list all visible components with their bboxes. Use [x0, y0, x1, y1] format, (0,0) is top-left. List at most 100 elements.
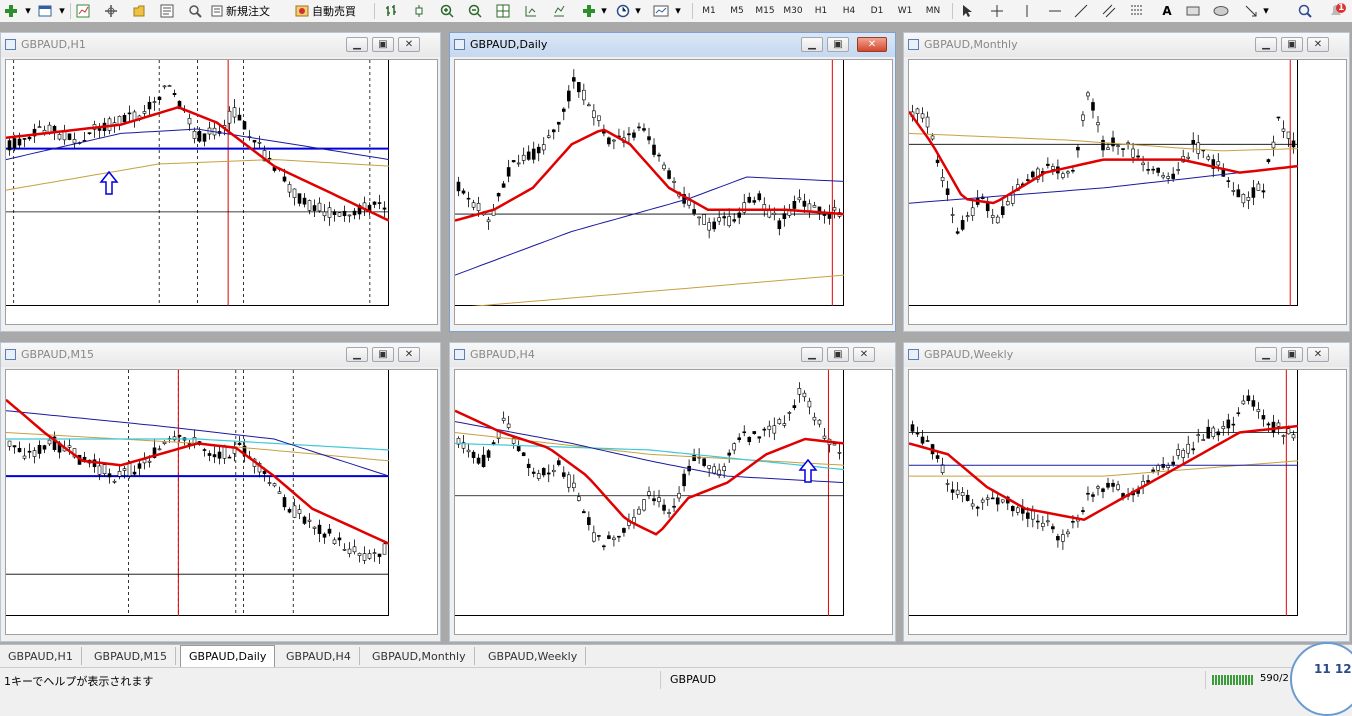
zoom-out-icon[interactable]: [466, 2, 484, 19]
new-chart-icon[interactable]: [2, 2, 20, 19]
trendline-icon[interactable]: [1072, 2, 1090, 19]
tab-gbpaud-weekly[interactable]: GBPAUD,Weekly: [480, 647, 587, 665]
minimize-button[interactable]: ▁: [346, 347, 368, 362]
fibonacci-icon[interactable]: [1128, 2, 1146, 19]
window-titlebar[interactable]: GBPAUD,H1 ▁ ▣ ✕: [1, 33, 440, 57]
chart-shift-icon[interactable]: [522, 2, 540, 19]
candle: [812, 412, 817, 426]
timeframe-m5-button[interactable]: M5: [724, 3, 750, 18]
timeframe-h1-button[interactable]: H1: [808, 3, 834, 18]
crosshair-icon[interactable]: [988, 2, 1006, 19]
minimize-button[interactable]: ▁: [801, 37, 823, 52]
candle: [975, 189, 980, 208]
close-button[interactable]: ✕: [857, 37, 887, 52]
chart-canvas[interactable]: [454, 369, 893, 635]
zoom-in-icon[interactable]: [438, 2, 456, 19]
window-titlebar[interactable]: GBPAUD,M15 ▁ ▣ ✕: [1, 343, 440, 367]
tab-gbpaud-daily[interactable]: GBPAUD,Daily: [180, 645, 276, 667]
timeframe-h4-button[interactable]: H4: [836, 3, 862, 18]
window-titlebar[interactable]: GBPAUD,Monthly ▁ ▣ ✕: [904, 33, 1349, 57]
rectangle-icon[interactable]: [1184, 2, 1202, 19]
timeframe-m1-button[interactable]: M1: [696, 3, 722, 18]
ellipse-icon[interactable]: [1212, 2, 1230, 19]
maximize-button[interactable]: ▣: [827, 347, 849, 362]
close-button[interactable]: ✕: [398, 37, 420, 52]
new-order-button[interactable]: 新規注文: [206, 2, 275, 19]
search-icon[interactable]: [1296, 2, 1314, 19]
chart-canvas[interactable]: [5, 369, 438, 635]
maximize-button[interactable]: ▣: [372, 37, 394, 52]
timeframe-m15-button[interactable]: M15: [752, 3, 778, 18]
cursor-icon[interactable]: [958, 2, 976, 19]
close-button[interactable]: ✕: [1307, 37, 1329, 52]
candle: [772, 417, 777, 441]
arrows-icon[interactable]: [1242, 2, 1260, 19]
maximize-button[interactable]: ▣: [827, 37, 849, 52]
chart-window-weekly[interactable]: GBPAUD,Weekly ▁ ▣ ✕: [903, 342, 1350, 642]
price-plot[interactable]: [6, 60, 389, 306]
chart-canvas[interactable]: [908, 369, 1347, 635]
strategy-tester-icon[interactable]: [186, 2, 204, 19]
candle: [1061, 171, 1065, 180]
equidistant-channel-icon[interactable]: [1100, 2, 1118, 19]
maximize-button[interactable]: ▣: [1281, 347, 1303, 362]
tab-gbpaud-h4[interactable]: GBPAUD,H4: [278, 647, 360, 665]
maximize-button[interactable]: ▣: [1281, 37, 1303, 52]
timeframe-d1-button[interactable]: D1: [864, 3, 890, 18]
maximize-button[interactable]: ▣: [372, 347, 394, 362]
tab-gbpaud-monthly[interactable]: GBPAUD,Monthly: [364, 647, 475, 665]
candlestick-icon[interactable]: [410, 2, 428, 19]
text-tool-icon[interactable]: A: [1158, 2, 1176, 19]
price-plot[interactable]: [909, 60, 1298, 306]
close-button[interactable]: ✕: [398, 347, 420, 362]
tab-gbpaud-h1[interactable]: GBPAUD,H1: [0, 647, 82, 665]
candle: [642, 123, 646, 133]
window-titlebar[interactable]: GBPAUD,Weekly ▁ ▣ ✕: [904, 343, 1349, 367]
new-chart-dropdown-icon[interactable]: ▾: [22, 2, 34, 19]
price-plot[interactable]: [909, 370, 1298, 616]
indicators-dropdown-icon[interactable]: ▾: [598, 2, 610, 19]
auto-scroll-icon[interactable]: [550, 2, 568, 19]
price-plot[interactable]: [455, 370, 844, 616]
periods-dropdown-icon[interactable]: ▾: [632, 2, 644, 19]
minimize-button[interactable]: ▁: [1255, 347, 1277, 362]
market-watch-icon[interactable]: [74, 2, 92, 19]
profiles-dropdown-icon[interactable]: ▾: [56, 2, 68, 19]
favorites-icon[interactable]: [130, 2, 148, 19]
chart-window-daily[interactable]: GBPAUD,Daily ▁ ▣ ✕: [449, 32, 896, 332]
auto-trade-button[interactable]: 自動売買: [290, 2, 361, 19]
templates-icon[interactable]: [652, 2, 670, 19]
minimize-button[interactable]: ▁: [346, 37, 368, 52]
close-button[interactable]: ✕: [853, 347, 875, 362]
timeframe-m30-button[interactable]: M30: [780, 3, 806, 18]
timeframe-mn-button[interactable]: MN: [920, 3, 946, 18]
minimize-button[interactable]: ▁: [801, 347, 823, 362]
window-titlebar[interactable]: GBPAUD,H4 ▁ ▣ ✕: [450, 343, 895, 367]
horizontal-line-icon[interactable]: [1046, 2, 1064, 19]
price-plot[interactable]: [6, 370, 389, 616]
profiles-icon[interactable]: [36, 2, 54, 19]
periods-clock-icon[interactable]: [614, 2, 632, 19]
tile-windows-icon[interactable]: [494, 2, 512, 19]
navigator-icon[interactable]: [102, 2, 120, 19]
chart-canvas[interactable]: [908, 59, 1347, 325]
templates-dropdown-icon[interactable]: ▾: [672, 2, 684, 19]
chart-window-monthly[interactable]: GBPAUD,Monthly ▁ ▣ ✕: [903, 32, 1350, 332]
close-button[interactable]: ✕: [1307, 347, 1329, 362]
window-titlebar[interactable]: GBPAUD,Daily ▁ ▣ ✕: [450, 33, 895, 57]
minimize-button[interactable]: ▁: [1255, 37, 1277, 52]
tab-gbpaud-m15[interactable]: GBPAUD,M15: [86, 647, 177, 665]
chart-window-m15[interactable]: GBPAUD,M15 ▁ ▣ ✕: [0, 342, 441, 642]
price-plot[interactable]: [455, 60, 844, 306]
arrows-dropdown-icon[interactable]: ▾: [1260, 2, 1272, 19]
vertical-line-icon[interactable]: [1018, 2, 1036, 19]
chart-window-h1[interactable]: GBPAUD,H1 ▁ ▣ ✕: [0, 32, 441, 332]
terminal-icon[interactable]: [158, 2, 176, 19]
chart-canvas[interactable]: [454, 59, 893, 325]
notification-bell-icon[interactable]: 1: [1326, 2, 1348, 19]
indicators-icon[interactable]: [580, 2, 598, 19]
timeframe-w1-button[interactable]: W1: [892, 3, 918, 18]
chart-canvas[interactable]: [5, 59, 438, 325]
chart-window-h4[interactable]: GBPAUD,H4 ▁ ▣ ✕: [449, 342, 896, 642]
bar-chart-icon[interactable]: [382, 2, 400, 19]
